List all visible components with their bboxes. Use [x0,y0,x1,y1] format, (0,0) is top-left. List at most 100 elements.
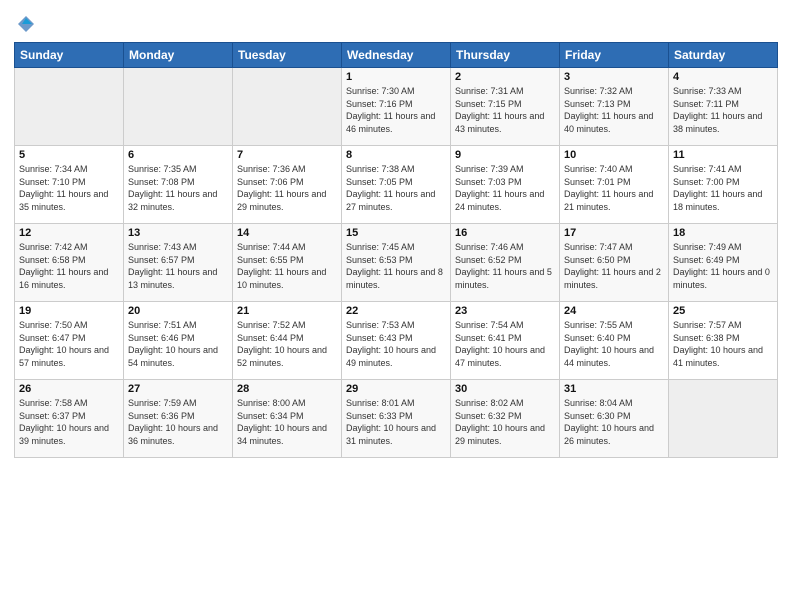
day-info: Sunrise: 7:45 AMSunset: 6:53 PMDaylight:… [346,241,446,291]
day-number: 4 [673,71,773,83]
day-info: Sunrise: 7:58 AMSunset: 6:37 PMDaylight:… [19,397,119,447]
calendar-cell: 18 Sunrise: 7:49 AMSunset: 6:49 PMDaylig… [669,224,778,302]
calendar-header: SundayMondayTuesdayWednesdayThursdayFrid… [15,43,778,68]
day-info: Sunrise: 7:31 AMSunset: 7:15 PMDaylight:… [455,85,555,135]
header-cell-thursday: Thursday [451,43,560,68]
calendar-week-4: 19 Sunrise: 7:50 AMSunset: 6:47 PMDaylig… [15,302,778,380]
day-number: 27 [128,383,228,395]
calendar-cell: 24 Sunrise: 7:55 AMSunset: 6:40 PMDaylig… [560,302,669,380]
day-number: 15 [346,227,446,239]
day-info: Sunrise: 7:34 AMSunset: 7:10 PMDaylight:… [19,163,119,213]
calendar-week-5: 26 Sunrise: 7:58 AMSunset: 6:37 PMDaylig… [15,380,778,458]
calendar-cell: 20 Sunrise: 7:51 AMSunset: 6:46 PMDaylig… [124,302,233,380]
day-info: Sunrise: 7:38 AMSunset: 7:05 PMDaylight:… [346,163,446,213]
day-info: Sunrise: 7:32 AMSunset: 7:13 PMDaylight:… [564,85,664,135]
calendar-cell: 14 Sunrise: 7:44 AMSunset: 6:55 PMDaylig… [233,224,342,302]
day-number: 21 [237,305,337,317]
day-number: 2 [455,71,555,83]
logo [14,14,36,34]
header-cell-saturday: Saturday [669,43,778,68]
day-info: Sunrise: 8:01 AMSunset: 6:33 PMDaylight:… [346,397,446,447]
calendar-cell: 8 Sunrise: 7:38 AMSunset: 7:05 PMDayligh… [342,146,451,224]
header-cell-wednesday: Wednesday [342,43,451,68]
day-number: 5 [19,149,119,161]
calendar-cell: 3 Sunrise: 7:32 AMSunset: 7:13 PMDayligh… [560,68,669,146]
day-number: 16 [455,227,555,239]
calendar-cell: 30 Sunrise: 8:02 AMSunset: 6:32 PMDaylig… [451,380,560,458]
day-info: Sunrise: 7:57 AMSunset: 6:38 PMDaylight:… [673,319,773,369]
day-number: 8 [346,149,446,161]
calendar-cell: 25 Sunrise: 7:57 AMSunset: 6:38 PMDaylig… [669,302,778,380]
header [14,10,778,34]
day-info: Sunrise: 7:36 AMSunset: 7:06 PMDaylight:… [237,163,337,213]
calendar-cell: 2 Sunrise: 7:31 AMSunset: 7:15 PMDayligh… [451,68,560,146]
day-number: 30 [455,383,555,395]
logo-icon [16,14,36,34]
calendar-cell: 22 Sunrise: 7:53 AMSunset: 6:43 PMDaylig… [342,302,451,380]
calendar-cell: 1 Sunrise: 7:30 AMSunset: 7:16 PMDayligh… [342,68,451,146]
calendar-cell [233,68,342,146]
day-number: 10 [564,149,664,161]
day-info: Sunrise: 7:39 AMSunset: 7:03 PMDaylight:… [455,163,555,213]
calendar-cell: 9 Sunrise: 7:39 AMSunset: 7:03 PMDayligh… [451,146,560,224]
day-number: 14 [237,227,337,239]
header-cell-monday: Monday [124,43,233,68]
day-number: 19 [19,305,119,317]
day-info: Sunrise: 7:42 AMSunset: 6:58 PMDaylight:… [19,241,119,291]
calendar-cell: 17 Sunrise: 7:47 AMSunset: 6:50 PMDaylig… [560,224,669,302]
day-info: Sunrise: 7:59 AMSunset: 6:36 PMDaylight:… [128,397,228,447]
day-number: 11 [673,149,773,161]
calendar-cell: 15 Sunrise: 7:45 AMSunset: 6:53 PMDaylig… [342,224,451,302]
calendar-cell [669,380,778,458]
day-info: Sunrise: 7:46 AMSunset: 6:52 PMDaylight:… [455,241,555,291]
day-info: Sunrise: 7:41 AMSunset: 7:00 PMDaylight:… [673,163,773,213]
day-number: 7 [237,149,337,161]
page-container: SundayMondayTuesdayWednesdayThursdayFrid… [0,0,792,466]
day-info: Sunrise: 8:02 AMSunset: 6:32 PMDaylight:… [455,397,555,447]
day-info: Sunrise: 7:54 AMSunset: 6:41 PMDaylight:… [455,319,555,369]
day-info: Sunrise: 7:33 AMSunset: 7:11 PMDaylight:… [673,85,773,135]
header-cell-tuesday: Tuesday [233,43,342,68]
day-number: 9 [455,149,555,161]
day-number: 23 [455,305,555,317]
calendar-cell: 27 Sunrise: 7:59 AMSunset: 6:36 PMDaylig… [124,380,233,458]
day-info: Sunrise: 7:53 AMSunset: 6:43 PMDaylight:… [346,319,446,369]
day-number: 6 [128,149,228,161]
day-number: 24 [564,305,664,317]
header-cell-sunday: Sunday [15,43,124,68]
day-info: Sunrise: 7:40 AMSunset: 7:01 PMDaylight:… [564,163,664,213]
day-number: 17 [564,227,664,239]
calendar-cell [15,68,124,146]
day-number: 22 [346,305,446,317]
day-number: 31 [564,383,664,395]
calendar-week-1: 1 Sunrise: 7:30 AMSunset: 7:16 PMDayligh… [15,68,778,146]
day-info: Sunrise: 8:04 AMSunset: 6:30 PMDaylight:… [564,397,664,447]
calendar-cell: 19 Sunrise: 7:50 AMSunset: 6:47 PMDaylig… [15,302,124,380]
day-info: Sunrise: 7:35 AMSunset: 7:08 PMDaylight:… [128,163,228,213]
header-row: SundayMondayTuesdayWednesdayThursdayFrid… [15,43,778,68]
calendar-cell: 23 Sunrise: 7:54 AMSunset: 6:41 PMDaylig… [451,302,560,380]
calendar-table: SundayMondayTuesdayWednesdayThursdayFrid… [14,42,778,458]
calendar-week-3: 12 Sunrise: 7:42 AMSunset: 6:58 PMDaylig… [15,224,778,302]
day-number: 1 [346,71,446,83]
day-info: Sunrise: 7:47 AMSunset: 6:50 PMDaylight:… [564,241,664,291]
calendar-cell: 29 Sunrise: 8:01 AMSunset: 6:33 PMDaylig… [342,380,451,458]
calendar-cell: 6 Sunrise: 7:35 AMSunset: 7:08 PMDayligh… [124,146,233,224]
calendar-cell: 28 Sunrise: 8:00 AMSunset: 6:34 PMDaylig… [233,380,342,458]
day-number: 26 [19,383,119,395]
day-number: 20 [128,305,228,317]
day-info: Sunrise: 7:50 AMSunset: 6:47 PMDaylight:… [19,319,119,369]
calendar-cell: 31 Sunrise: 8:04 AMSunset: 6:30 PMDaylig… [560,380,669,458]
day-number: 13 [128,227,228,239]
calendar-cell: 10 Sunrise: 7:40 AMSunset: 7:01 PMDaylig… [560,146,669,224]
calendar-body: 1 Sunrise: 7:30 AMSunset: 7:16 PMDayligh… [15,68,778,458]
day-info: Sunrise: 7:30 AMSunset: 7:16 PMDaylight:… [346,85,446,135]
calendar-cell: 21 Sunrise: 7:52 AMSunset: 6:44 PMDaylig… [233,302,342,380]
calendar-cell: 7 Sunrise: 7:36 AMSunset: 7:06 PMDayligh… [233,146,342,224]
calendar-cell: 5 Sunrise: 7:34 AMSunset: 7:10 PMDayligh… [15,146,124,224]
day-info: Sunrise: 7:51 AMSunset: 6:46 PMDaylight:… [128,319,228,369]
day-number: 18 [673,227,773,239]
calendar-cell: 11 Sunrise: 7:41 AMSunset: 7:00 PMDaylig… [669,146,778,224]
calendar-cell [124,68,233,146]
calendar-cell: 12 Sunrise: 7:42 AMSunset: 6:58 PMDaylig… [15,224,124,302]
